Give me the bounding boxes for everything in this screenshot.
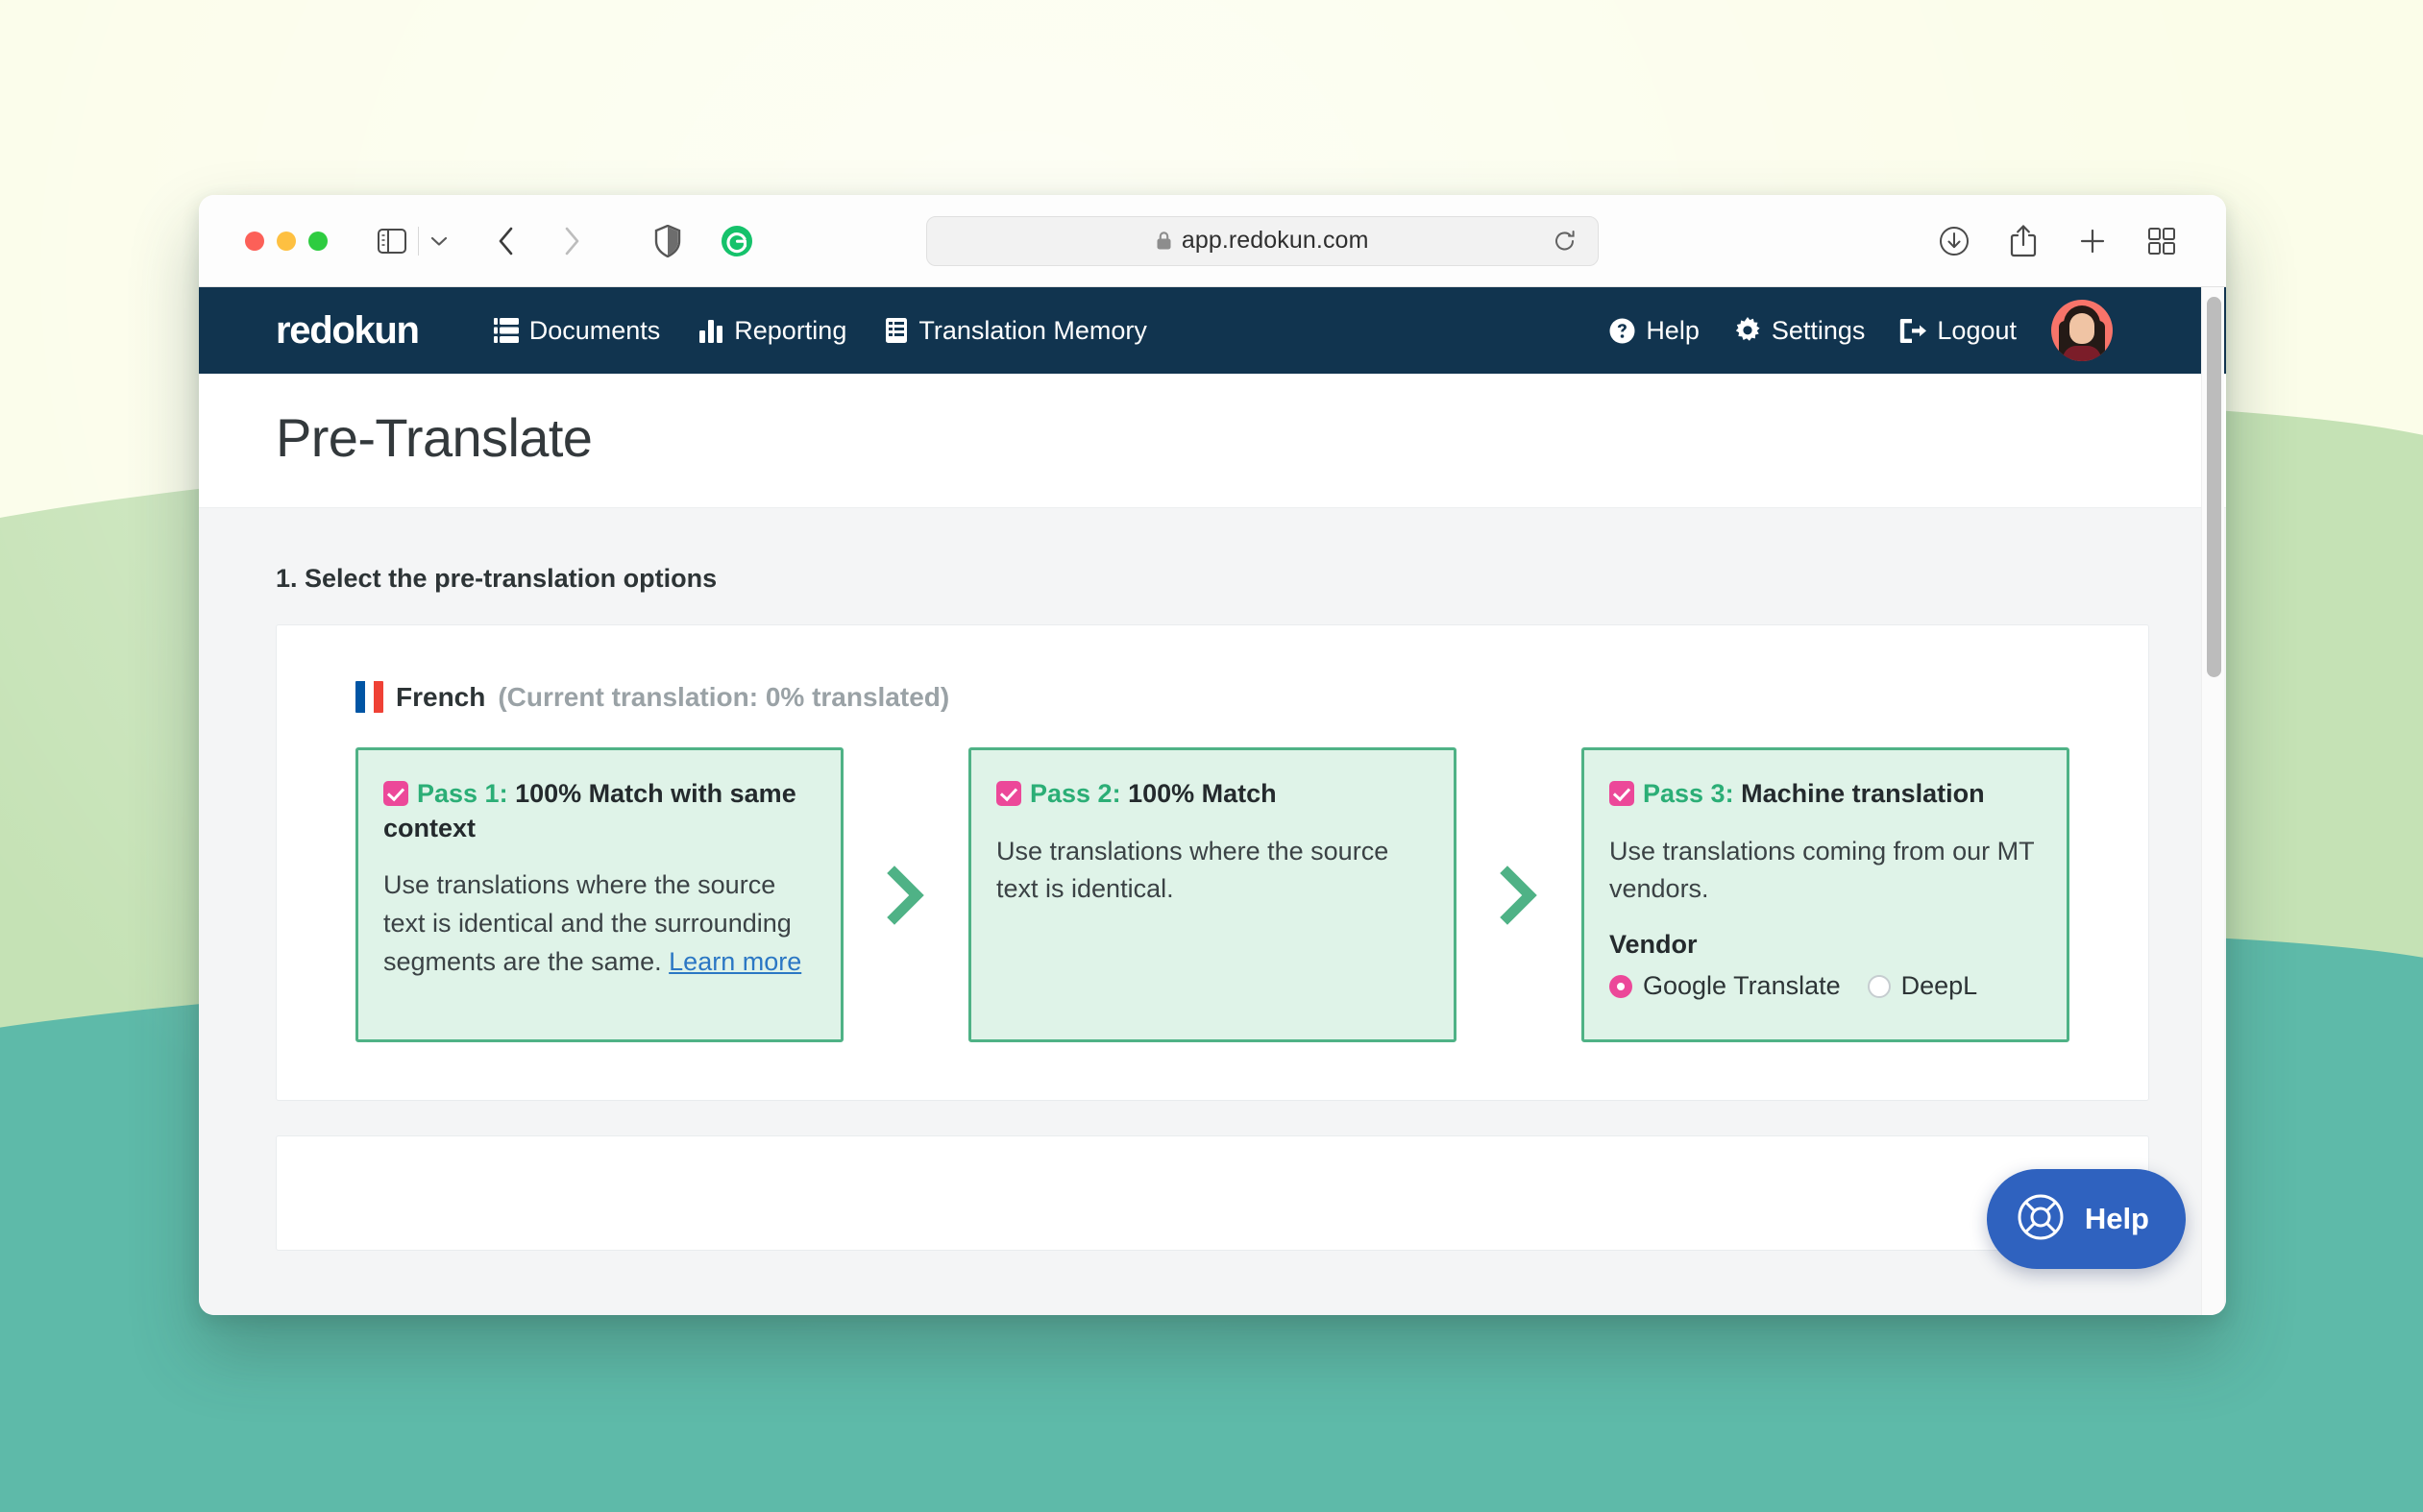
app-navigation-bar: redokun Documents Reporting Translation … (199, 287, 2226, 374)
pass-3-checkbox[interactable] (1609, 781, 1634, 806)
vendor-label-deepl: DeepL (1900, 971, 1978, 1000)
nav-label: Reporting (734, 315, 847, 345)
pass-1-heading: Pass 1: 100% Match with same context (383, 777, 814, 845)
address-bar[interactable]: app.redokun.com (925, 215, 1599, 266)
french-flag-icon (355, 681, 383, 713)
vendor-radio-deepl[interactable] (1867, 974, 1891, 998)
zoom-window-button[interactable] (308, 231, 328, 251)
new-tab-icon[interactable] (2070, 219, 2115, 263)
pass-2-checkbox[interactable] (996, 781, 1021, 806)
memory-list-icon (885, 317, 908, 344)
bar-chart-icon (698, 317, 723, 344)
pass-2-number: Pass 2: (1030, 779, 1121, 808)
downloads-icon[interactable] (1932, 219, 1976, 263)
page-scrollbar-track[interactable] (2201, 287, 2224, 1315)
nav-label: Help (1646, 315, 1700, 345)
redokun-logo[interactable]: redokun (276, 309, 420, 353)
pass-card-1[interactable]: Pass 1: 100% Match with same context Use… (355, 747, 844, 1042)
language-name: French (396, 681, 486, 712)
nav-label: Settings (1771, 315, 1866, 345)
help-widget-label: Help (2084, 1202, 2149, 1235)
pass-1-number: Pass 1: (417, 779, 508, 808)
close-window-button[interactable] (245, 231, 264, 251)
browser-toolbar: app.redokun.com (199, 195, 2226, 287)
pass-card-2[interactable]: Pass 2: 100% Match Use translations wher… (968, 747, 1456, 1042)
pass-card-3[interactable]: Pass 3: Machine translation Use translat… (1581, 747, 2069, 1042)
vendor-radio-google-translate[interactable] (1609, 974, 1632, 998)
flow-arrow-2-icon (1456, 747, 1581, 1042)
sidebar-toggle-icon[interactable] (370, 219, 414, 263)
tab-overview-icon[interactable] (2140, 219, 2184, 263)
nav-item-reporting[interactable]: Reporting (698, 316, 846, 346)
page-title: Pre-Translate (276, 407, 593, 468)
vendor-options: Google Translate DeepL (1609, 971, 2040, 1001)
pass-3-description: Use translations coming from our MT vend… (1609, 836, 2035, 904)
documents-icon (493, 317, 519, 344)
vendor-label-google-translate: Google Translate (1643, 971, 1841, 1000)
nav-item-help[interactable]: Help (1609, 316, 1700, 346)
toolbar-divider (418, 226, 419, 256)
minimize-window-button[interactable] (277, 231, 296, 251)
privacy-shield-icon[interactable] (646, 219, 690, 263)
nav-item-translation-memory[interactable]: Translation Memory (885, 316, 1147, 346)
lifebuoy-icon (2016, 1192, 2066, 1247)
share-icon[interactable] (2001, 219, 2045, 263)
window-controls[interactable] (245, 231, 328, 251)
passes-row: Pass 1: 100% Match with same context Use… (355, 747, 2069, 1042)
pass-3-number: Pass 3: (1643, 779, 1734, 808)
nav-item-documents[interactable]: Documents (493, 315, 661, 346)
nav-item-settings[interactable]: Settings (1734, 315, 1866, 346)
pass-2-name: 100% Match (1128, 779, 1277, 808)
question-circle-icon (1609, 318, 1635, 344)
vendor-option-deepl[interactable]: DeepL (1867, 971, 1978, 1001)
logout-icon (1899, 318, 1927, 344)
vendor-label: Vendor (1609, 930, 1698, 959)
pass-2-heading: Pass 2: 100% Match (996, 777, 1427, 812)
language-translation-status: (Current translation: 0% translated) (498, 681, 950, 712)
pass-1-description-block: Use translations where the source text i… (383, 866, 814, 981)
pass-2-description: Use translations where the source text i… (996, 836, 1389, 904)
gear-icon (1734, 317, 1761, 344)
page-content: 1. Select the pre-translation options Fr… (199, 508, 2226, 1251)
pass-1-checkbox[interactable] (383, 781, 408, 806)
nav-label: Documents (528, 315, 661, 345)
secondary-nav: Help Settings Logout (1609, 300, 2226, 361)
grammarly-icon[interactable] (715, 219, 759, 263)
forward-icon[interactable] (550, 219, 594, 263)
flow-arrow-1-icon (844, 747, 968, 1042)
next-section-panel (276, 1135, 2149, 1251)
chevron-down-icon[interactable] (423, 219, 455, 263)
step-label: 1. Select the pre-translation options (276, 564, 718, 593)
nav-label: Logout (1937, 315, 2017, 345)
language-row: French (Current translation: 0% translat… (355, 681, 2069, 713)
nav-label: Translation Memory (918, 315, 1147, 345)
page-scrollbar-thumb[interactable] (2207, 297, 2221, 677)
nav-item-logout[interactable]: Logout (1899, 316, 2017, 346)
pre-translation-options-panel: French (Current translation: 0% translat… (276, 624, 2149, 1101)
pass-3-name: Machine translation (1741, 779, 1985, 808)
back-icon[interactable] (484, 219, 528, 263)
page-viewport: redokun Documents Reporting Translation … (199, 287, 2226, 1315)
reload-icon[interactable] (1554, 229, 1577, 254)
lock-icon (1156, 231, 1172, 251)
pass-3-heading: Pass 3: Machine translation (1609, 777, 2040, 812)
primary-nav: Documents Reporting Translation Memory (493, 315, 1147, 346)
avatar[interactable] (2051, 300, 2113, 361)
vendor-option-google-translate[interactable]: Google Translate (1609, 971, 1841, 1001)
page-header: Pre-Translate (199, 374, 2226, 508)
url-text: app.redokun.com (1181, 227, 1369, 254)
help-widget-button[interactable]: Help (1986, 1169, 2186, 1269)
pass-1-learn-more-link[interactable]: Learn more (669, 947, 801, 976)
avatar-body (2063, 346, 2101, 361)
browser-window: app.redokun.com redokun Documents Report… (199, 195, 2226, 1315)
avatar-face (2069, 313, 2094, 344)
